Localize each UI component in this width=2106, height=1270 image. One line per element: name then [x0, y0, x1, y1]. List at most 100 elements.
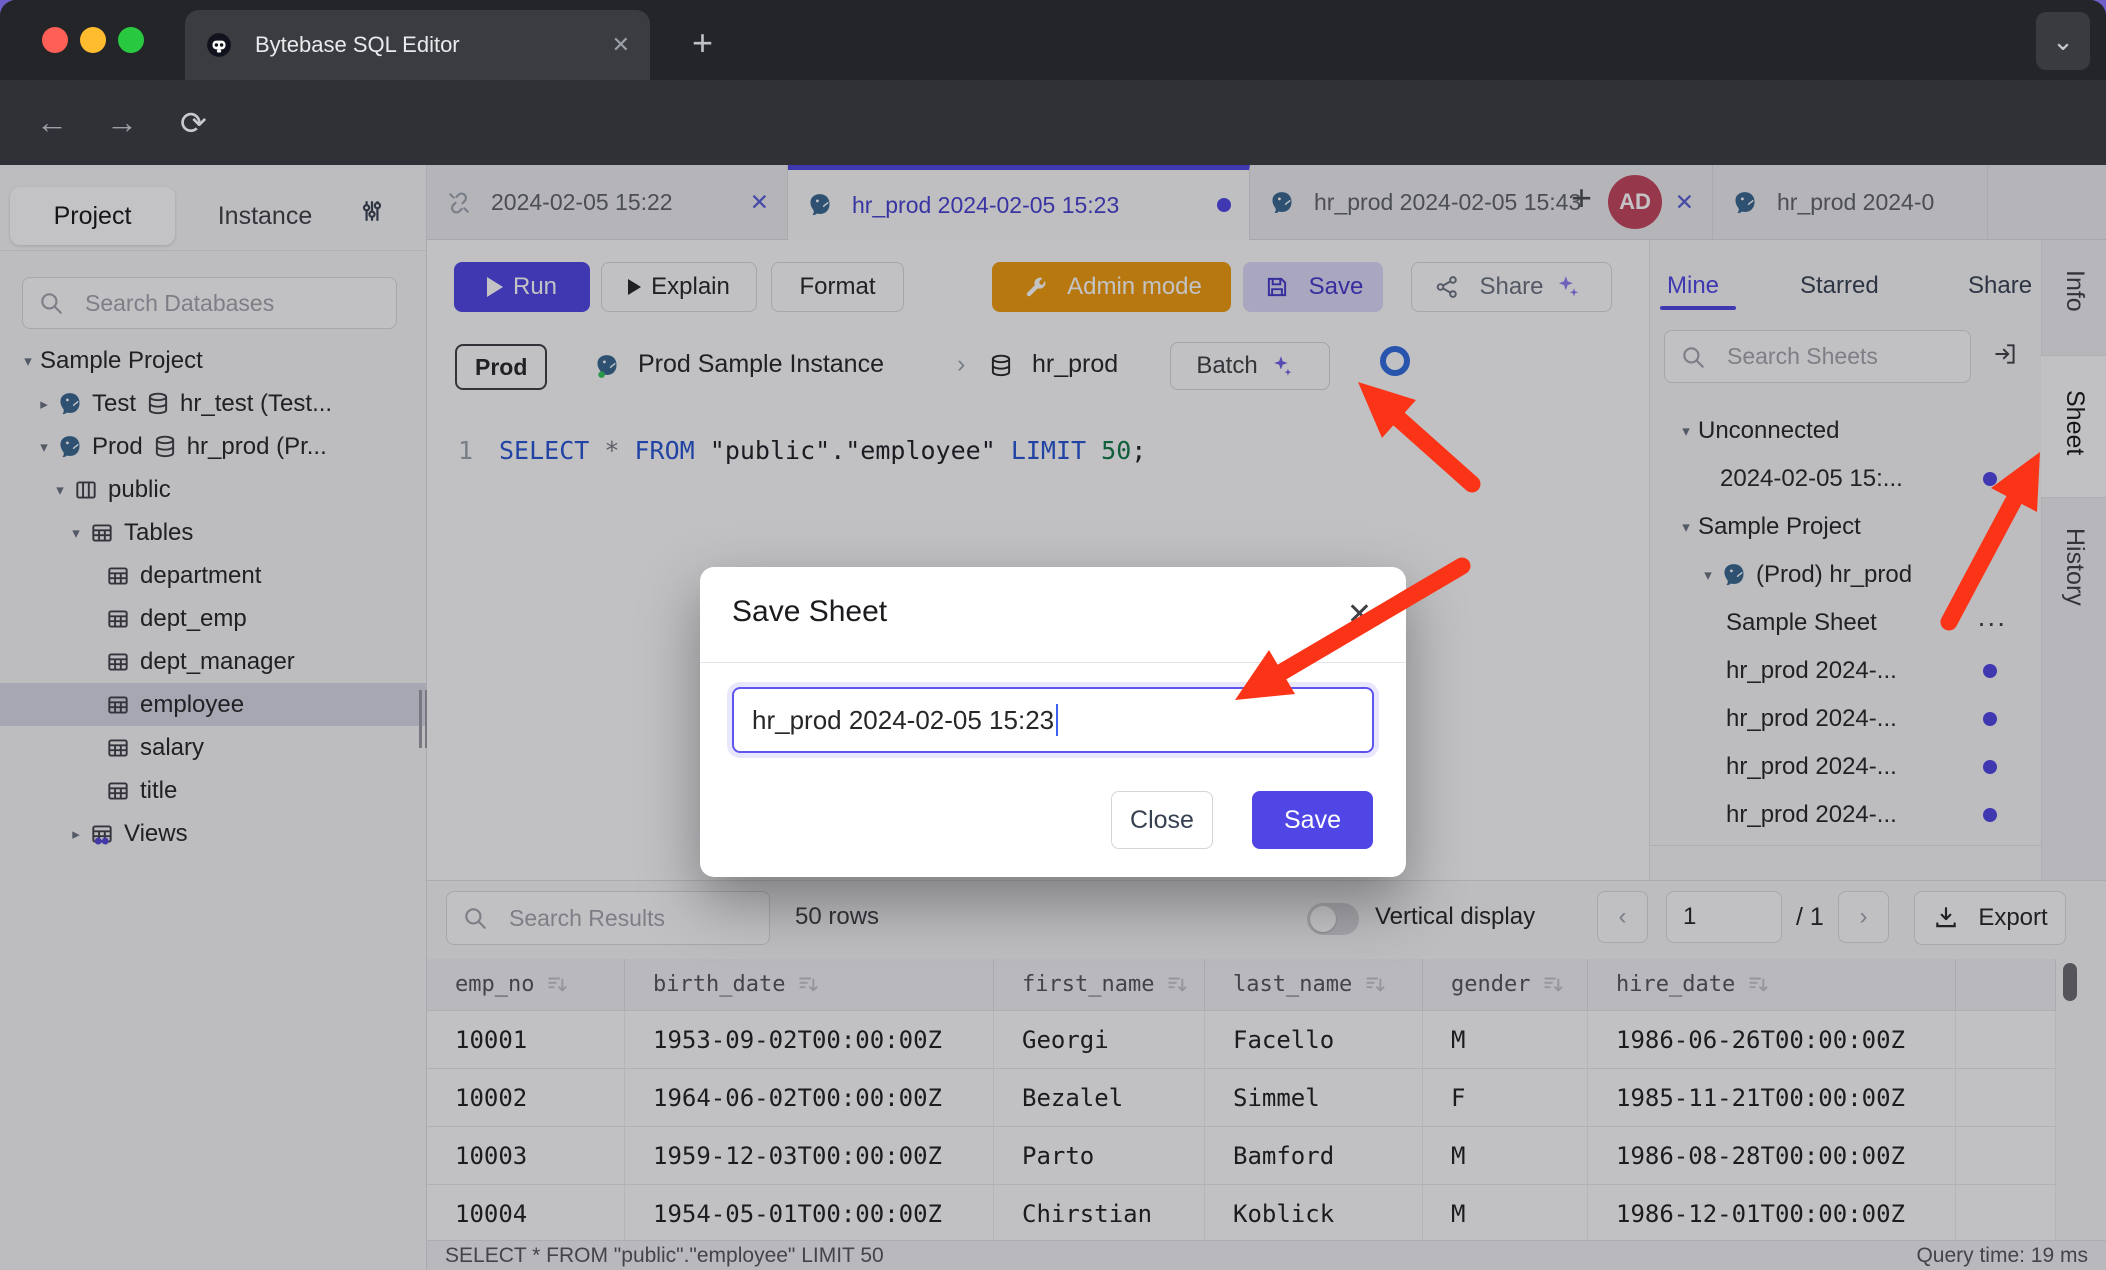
tree-item-Test[interactable]: ▸Testhr_test (Test... [0, 382, 426, 425]
close-icon[interactable]: ✕ [1675, 189, 1694, 216]
vertical-display-toggle[interactable] [1307, 903, 1359, 935]
caret-down-icon[interactable]: ▾ [48, 481, 72, 499]
sheet-item[interactable]: hr_prod 2024-... [1650, 791, 2041, 839]
sort-icon[interactable] [1745, 971, 1773, 999]
close-icon[interactable]: ✕ [1347, 597, 1372, 632]
window-minimize-button[interactable] [80, 27, 106, 53]
sheet-item[interactable]: ▾Unconnected [1650, 407, 2041, 455]
caret-down-icon[interactable]: ▾ [16, 352, 40, 370]
avatar[interactable]: AD [1608, 175, 1662, 229]
dialog-save-button[interactable]: Save [1252, 791, 1373, 849]
sheet-name-input[interactable]: hr_prod 2024-02-05 15:23 [732, 687, 1374, 753]
tab-mine[interactable]: Mine [1667, 272, 1719, 300]
tab-instance[interactable]: Instance [190, 187, 340, 245]
batch-button[interactable]: Batch [1170, 342, 1330, 390]
tree-item-salary[interactable]: salary [0, 726, 426, 769]
caret-down-icon[interactable]: ▾ [1696, 566, 1720, 584]
save-button[interactable]: Save [1243, 262, 1383, 312]
table-cell: M [1423, 1127, 1588, 1184]
side-tab-sheet[interactable]: Sheet [2060, 390, 2089, 455]
column-header-emp_no[interactable]: emp_no [427, 959, 625, 1010]
sort-icon[interactable] [1362, 971, 1390, 999]
tab-search-button[interactable]: ⌄ [2036, 12, 2090, 70]
sheet-item[interactable]: hr_prod 2024-... [1650, 647, 2041, 695]
tree-item-employee[interactable]: employee [0, 683, 426, 726]
caret-right-icon[interactable]: ▸ [64, 825, 88, 843]
tree-item-Prod[interactable]: ▾Prodhr_prod (Pr... [0, 425, 426, 468]
table-row[interactable]: 100031959-12-03T00:00:00ZPartoBamfordM19… [427, 1127, 2056, 1185]
prev-page-button[interactable]: ‹ [1597, 891, 1648, 943]
sort-icon[interactable] [1540, 971, 1568, 999]
new-sheet-tab-button[interactable]: + [1571, 177, 1592, 219]
sheet-tab-4[interactable]: hr_prod 2024-0 [1713, 165, 1988, 240]
table-row[interactable]: 100021964-06-02T00:00:00ZBezalelSimmelF1… [427, 1069, 2056, 1127]
format-button[interactable]: Format [771, 262, 904, 312]
unsaved-dot [1983, 664, 1997, 678]
results-scrollbar[interactable] [2063, 963, 2077, 1001]
tree-item-Tables[interactable]: ▾Tables [0, 511, 426, 554]
more-menu-icon[interactable]: ... [1978, 601, 2007, 633]
forward-icon[interactable]: → [106, 104, 138, 141]
sheet-item[interactable]: ▾(Prod) hr_prod [1650, 551, 2041, 599]
tree-item-Sample Project[interactable]: ▾Sample Project [0, 339, 426, 382]
instance-name[interactable]: Prod Sample Instance [638, 350, 884, 379]
sheet-item[interactable]: hr_prod 2024-... [1650, 695, 2041, 743]
export-button[interactable]: Export [1914, 891, 2066, 945]
tab-project[interactable]: Project [10, 187, 175, 245]
tree-item-dept_emp[interactable]: dept_emp [0, 597, 426, 640]
column-header-first_name[interactable]: first_name [994, 959, 1205, 1010]
caret-down-icon[interactable]: ▾ [1674, 518, 1698, 536]
tab-starred[interactable]: Starred [1800, 272, 1879, 300]
search-databases-input[interactable]: Search Databases [22, 277, 397, 329]
database-name[interactable]: hr_prod [1032, 350, 1118, 379]
page-number-input[interactable] [1666, 891, 1782, 943]
next-page-button[interactable]: › [1838, 891, 1889, 943]
caret-down-icon[interactable]: ▾ [32, 438, 56, 456]
share-button[interactable]: Share [1411, 262, 1612, 312]
caret-down-icon[interactable]: ▾ [1674, 422, 1698, 440]
close-icon[interactable]: ✕ [750, 189, 769, 216]
back-icon[interactable]: ← [36, 104, 68, 141]
side-tab-info[interactable]: Info [2060, 270, 2089, 312]
sheet-item[interactable]: 2024-02-05 15:... [1650, 455, 2041, 503]
window-zoom-button[interactable] [118, 27, 144, 53]
sort-icon[interactable] [544, 971, 572, 999]
refresh-icon[interactable]: ⟳ [180, 104, 207, 142]
column-header-birth_date[interactable]: birth_date [625, 959, 994, 1010]
search-sheets-input[interactable]: Search Sheets [1664, 330, 1971, 383]
window-close-button[interactable] [42, 27, 68, 53]
tab-close-icon[interactable]: ✕ [612, 32, 630, 58]
browser-tab[interactable]: Bytebase SQL Editor ✕ [185, 10, 650, 80]
table-row[interactable]: 100011953-09-02T00:00:00ZGeorgiFacelloM1… [427, 1011, 2056, 1069]
run-button[interactable]: Run [454, 262, 590, 312]
side-tab-history[interactable]: History [2060, 528, 2089, 606]
tree-item-dept_manager[interactable]: dept_manager [0, 640, 426, 683]
table-row[interactable]: 100041954-05-01T00:00:00ZChirstianKoblic… [427, 1185, 2056, 1243]
column-header-hire_date[interactable]: hire_date [1588, 959, 1956, 1010]
caret-down-icon[interactable]: ▾ [64, 524, 88, 542]
sort-icon[interactable] [1164, 971, 1192, 999]
import-sheet-icon[interactable] [1992, 340, 2020, 368]
sheet-tab-2[interactable]: hr_prod 2024-02-05 15:23 [788, 165, 1250, 240]
sheet-item[interactable]: ▾Sample Project [1650, 503, 2041, 551]
search-results-input[interactable]: Search Results [446, 891, 770, 945]
tree-item-Views[interactable]: ▸Views [0, 812, 426, 855]
admin-mode-button[interactable]: Admin mode [992, 262, 1231, 312]
bytebase-favicon-icon [205, 31, 233, 59]
tree-item-title[interactable]: title [0, 769, 426, 812]
sort-icon[interactable] [795, 971, 823, 999]
sheet-item[interactable]: Sample Sheet... [1650, 599, 2041, 647]
tree-item-department[interactable]: department [0, 554, 426, 597]
sheet-item[interactable]: hr_prod 2024-... [1650, 743, 2041, 791]
column-header-last_name[interactable]: last_name [1205, 959, 1423, 1010]
tree-item-public[interactable]: ▾public [0, 468, 426, 511]
caret-right-icon[interactable]: ▸ [32, 395, 56, 413]
sheet-tab-1[interactable]: 2024-02-05 15:22✕ [427, 165, 788, 240]
dialog-close-button[interactable]: Close [1111, 791, 1213, 849]
sync-ring-icon[interactable] [1380, 346, 1410, 376]
column-header-gender[interactable]: gender [1423, 959, 1588, 1010]
filter-sliders-icon[interactable] [358, 197, 386, 225]
explain-button[interactable]: Explain [601, 262, 757, 312]
tab-share[interactable]: Share [1968, 272, 2032, 300]
new-tab-button[interactable]: + [692, 22, 713, 64]
